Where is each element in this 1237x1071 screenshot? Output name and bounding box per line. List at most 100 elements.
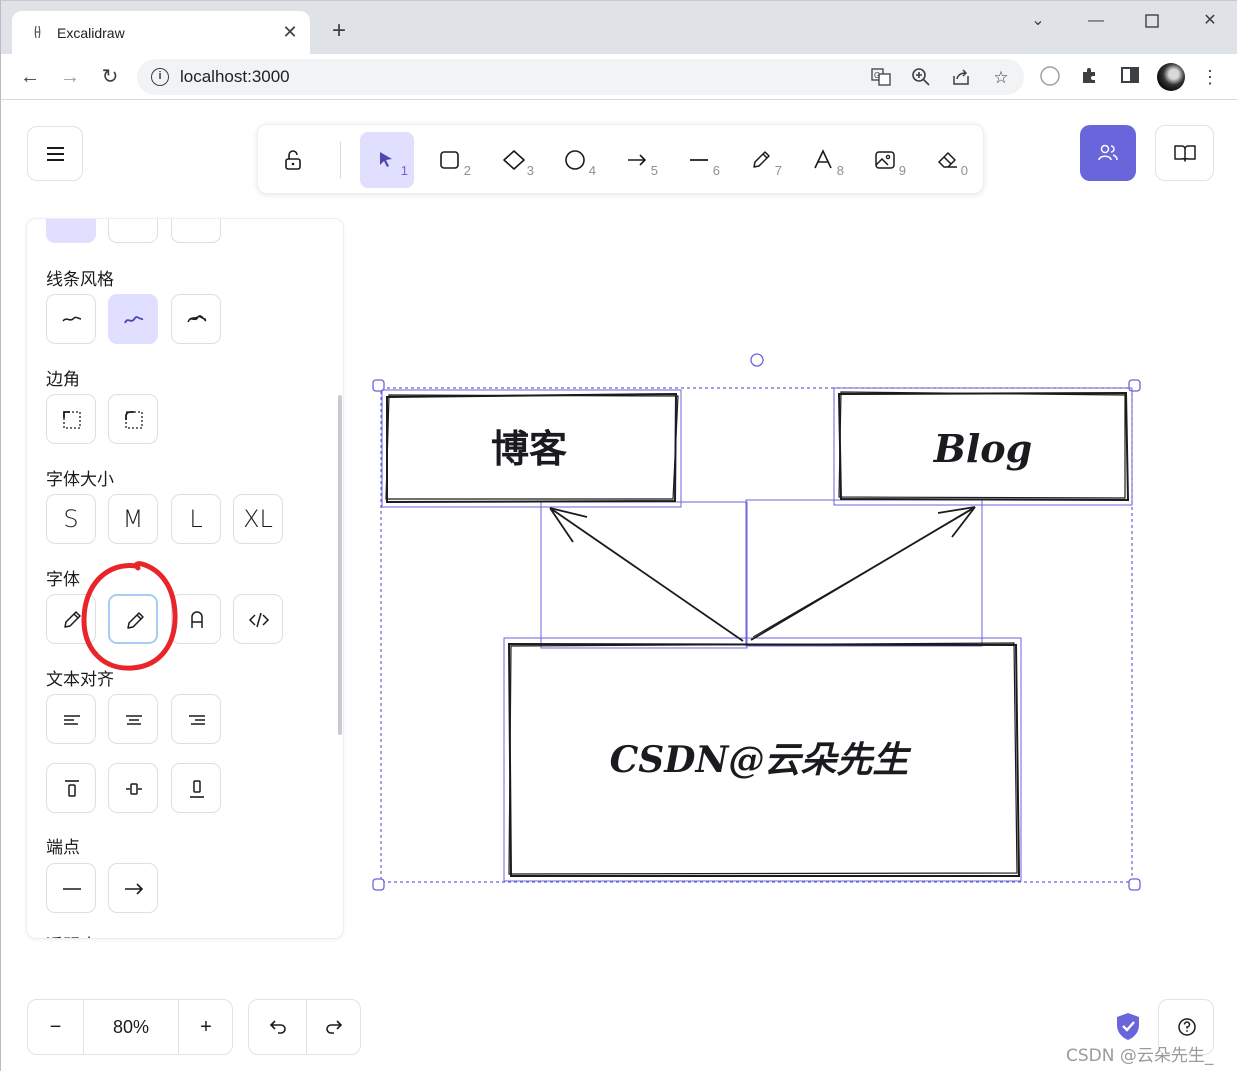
excalidraw-app: 博客 Blog CSDN@云朵先生 1 2 3 4 5 6 7 8 9 0 线条… bbox=[0, 100, 1237, 1071]
users-icon bbox=[1098, 144, 1118, 161]
tool-key-5: 5 bbox=[650, 163, 658, 178]
edges-round-button[interactable] bbox=[108, 394, 158, 444]
font-size-s-text: S bbox=[63, 505, 79, 533]
tool-ellipse[interactable]: 4 bbox=[548, 132, 602, 188]
sloppiness-cartoonist-button[interactable] bbox=[171, 294, 221, 344]
back-icon[interactable]: ← bbox=[17, 64, 43, 90]
tool-key-9: 9 bbox=[898, 163, 906, 178]
arrow-to-blog[interactable] bbox=[750, 506, 976, 641]
edges-sharp-button[interactable] bbox=[46, 394, 96, 444]
vertical-align-bottom-button[interactable] bbox=[171, 763, 221, 813]
architect-icon bbox=[62, 316, 82, 322]
undo-icon bbox=[269, 1020, 286, 1034]
code-icon bbox=[248, 612, 270, 628]
text-align-center-button[interactable] bbox=[108, 694, 158, 744]
tool-arrow[interactable]: 5 bbox=[610, 132, 664, 188]
tool-key-0: 0 bbox=[960, 163, 968, 178]
profile-avatar[interactable] bbox=[1157, 63, 1185, 91]
zoom-out-button[interactable]: − bbox=[28, 1000, 83, 1054]
encryption-shield-icon[interactable] bbox=[1115, 1011, 1141, 1041]
lock-tool-button[interactable] bbox=[266, 132, 320, 188]
tab-search-chevron-icon[interactable]: ⌄ bbox=[1018, 9, 1058, 33]
sloppiness-architect-button[interactable] bbox=[46, 294, 96, 344]
arrowhead-arrow-button[interactable] bbox=[108, 863, 158, 913]
tool-key-6: 6 bbox=[712, 163, 720, 178]
text-csdn[interactable]: CSDN@云朵先生 bbox=[610, 739, 912, 781]
font-size-label: 字体大小 bbox=[46, 470, 114, 489]
tool-line[interactable]: 6 bbox=[672, 132, 726, 188]
browser-tab[interactable]: Excalidraw ✕ bbox=[12, 11, 310, 55]
bookmark-star-icon[interactable]: ☆ bbox=[990, 67, 1012, 89]
zoom-level[interactable]: 80% bbox=[84, 1000, 178, 1054]
collaborate-button[interactable] bbox=[1080, 125, 1136, 181]
align-left-icon bbox=[64, 715, 80, 725]
sharp-corner-icon bbox=[63, 411, 81, 429]
text-blog[interactable]: Blog bbox=[933, 426, 1032, 471]
redo-button[interactable] bbox=[307, 1000, 361, 1054]
arrow-icon bbox=[628, 154, 647, 166]
site-info-icon[interactable]: i bbox=[151, 68, 169, 86]
main-menu-button[interactable] bbox=[27, 126, 83, 181]
text-align-left-button[interactable] bbox=[46, 694, 96, 744]
font-family-code-button[interactable] bbox=[233, 594, 283, 644]
sloppiness-artist-button[interactable] bbox=[108, 294, 158, 344]
tool-text[interactable]: 8 bbox=[796, 132, 850, 188]
font-size-m-text: M bbox=[122, 505, 144, 533]
text-boke[interactable]: 博客 bbox=[491, 426, 567, 471]
zoom-in-button[interactable]: + bbox=[179, 1000, 233, 1054]
eraser-icon bbox=[938, 152, 957, 168]
stroke-width-bold-button[interactable] bbox=[108, 219, 158, 243]
align-top-icon bbox=[65, 780, 79, 797]
hamburger-icon bbox=[47, 147, 64, 161]
extensions-puzzle-icon[interactable] bbox=[1078, 65, 1102, 89]
align-bottom-icon bbox=[190, 780, 204, 798]
stroke-width-extra-bold-button[interactable] bbox=[171, 219, 221, 243]
round-corner-icon bbox=[125, 411, 143, 429]
text-align-right-button[interactable] bbox=[171, 694, 221, 744]
arrowheads-label: 端点 bbox=[46, 838, 80, 857]
window-close-icon[interactable]: ✕ bbox=[1190, 9, 1230, 33]
more-menu-icon[interactable]: ⋮ bbox=[1198, 65, 1222, 89]
library-button[interactable] bbox=[1155, 125, 1214, 181]
address-bar[interactable]: i localhost:3000 G ☆ bbox=[137, 59, 1024, 95]
svg-text:G: G bbox=[874, 71, 880, 80]
url-text[interactable]: localhost:3000 bbox=[180, 67, 290, 87]
tool-draw[interactable]: 7 bbox=[734, 132, 788, 188]
reload-icon[interactable]: ↻ bbox=[97, 64, 123, 90]
tool-image[interactable]: 9 bbox=[858, 132, 912, 188]
tab-close-icon[interactable]: ✕ bbox=[280, 22, 300, 42]
align-right-icon bbox=[189, 715, 205, 725]
share-icon[interactable] bbox=[950, 67, 972, 89]
minimize-icon[interactable]: — bbox=[1076, 9, 1116, 33]
translate-icon[interactable]: G bbox=[870, 67, 892, 89]
font-size-s-button[interactable]: S bbox=[46, 494, 96, 544]
image-icon bbox=[875, 151, 895, 169]
tool-selection[interactable]: 1 bbox=[360, 132, 414, 188]
side-panel-icon[interactable] bbox=[1118, 65, 1142, 89]
font-size-xl-button[interactable]: XL bbox=[233, 494, 283, 544]
tool-rectangle[interactable]: 2 bbox=[423, 132, 477, 188]
text-icon bbox=[814, 149, 832, 169]
arrow-to-boke[interactable] bbox=[549, 507, 744, 642]
font-size-m-button[interactable]: M bbox=[108, 494, 158, 544]
ellipse-icon bbox=[565, 150, 585, 170]
forward-icon[interactable]: → bbox=[57, 64, 83, 90]
panel-scrollbar[interactable] bbox=[338, 395, 342, 735]
stroke-width-thin-button[interactable] bbox=[46, 219, 96, 243]
book-icon bbox=[1174, 145, 1196, 162]
browser-toolbar: ← → ↻ i localhost:3000 G ☆ ⋮ bbox=[0, 54, 1237, 100]
vertical-align-middle-button[interactable] bbox=[108, 763, 158, 813]
tool-diamond[interactable]: 3 bbox=[486, 132, 540, 188]
new-tab-icon[interactable]: + bbox=[327, 19, 351, 43]
vertical-align-top-button[interactable] bbox=[46, 763, 96, 813]
tool-eraser[interactable]: 0 bbox=[920, 132, 974, 188]
arrowhead-none-button[interactable] bbox=[46, 863, 96, 913]
help-icon bbox=[1178, 1018, 1196, 1036]
unlock-icon bbox=[285, 150, 301, 170]
maximize-icon[interactable] bbox=[1132, 9, 1172, 33]
zoom-icon[interactable] bbox=[910, 67, 932, 89]
font-a-icon bbox=[191, 611, 203, 628]
font-size-l-button[interactable]: L bbox=[171, 494, 221, 544]
extension-circle-icon[interactable] bbox=[1038, 65, 1062, 89]
undo-button[interactable] bbox=[249, 1000, 306, 1054]
